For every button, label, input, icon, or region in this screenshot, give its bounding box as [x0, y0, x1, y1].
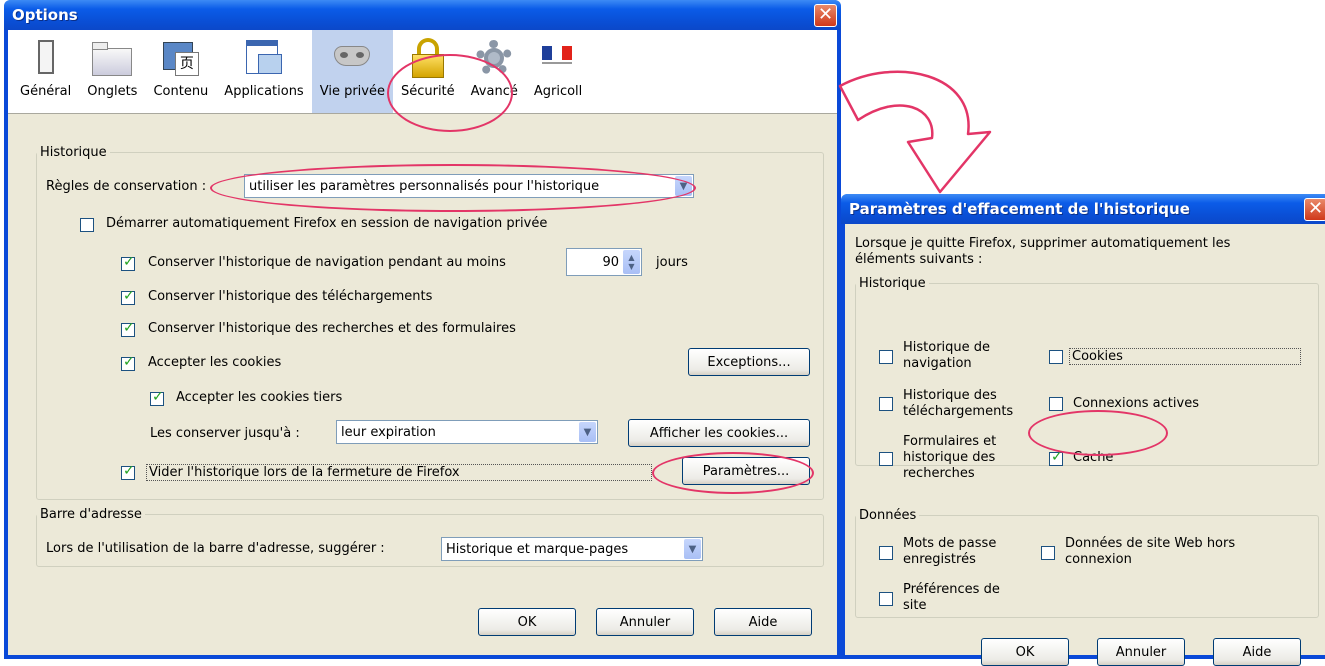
- private-start-checkbox[interactable]: [80, 218, 94, 232]
- highlight-cache-checkbox: [1028, 410, 1168, 456]
- tab-label: Onglets: [87, 84, 138, 99]
- highlight-privacy-tab: [387, 54, 513, 132]
- suggest-value: Historique et marque-pages: [446, 541, 629, 557]
- keep-until-label: Les conserver jusqu'à :: [150, 426, 300, 441]
- keep-downloads-checkbox[interactable]: [121, 288, 135, 305]
- site-prefs-label2: site: [903, 598, 927, 613]
- offline-data-label1: Données de site Web hors: [1065, 536, 1236, 551]
- cookies-label: Cookies: [1069, 348, 1301, 365]
- folder-tabs-icon: [92, 38, 133, 78]
- accept-cookies-checkbox[interactable]: [121, 354, 135, 371]
- content-icon: 页: [161, 38, 201, 78]
- options-title: Options: [12, 6, 78, 24]
- clear-history-legend: Historique: [859, 276, 926, 291]
- forms-label2: historique des: [903, 450, 996, 465]
- private-start-label: Démarrer automatiquement Firefox en sess…: [106, 216, 548, 231]
- keep-downloads-label: Conserver l'historique des téléchargemen…: [148, 289, 433, 304]
- tab-label: Agricoll: [533, 84, 583, 99]
- nav-history-label1: Historique de: [903, 340, 991, 355]
- cancel-button[interactable]: Annuler: [596, 608, 694, 636]
- accept-cookies-label: Accepter les cookies: [148, 355, 282, 370]
- tab-label: Contenu: [153, 84, 209, 99]
- accept-third-party-label: Accepter les cookies tiers: [176, 390, 343, 405]
- tab-agricoll[interactable]: Agricoll: [526, 30, 590, 113]
- keep-search-label: Conserver l'historique des recherches et…: [148, 321, 516, 336]
- highlight-settings-button: [652, 452, 814, 494]
- show-cookies-button[interactable]: Afficher les cookies...: [628, 419, 810, 447]
- mask-icon: [332, 38, 372, 78]
- offline-data-checkbox[interactable]: [1041, 546, 1055, 560]
- passwords-label1: Mots de passe: [903, 536, 997, 551]
- forms-checkbox[interactable]: [879, 452, 893, 466]
- tab-label: Applications: [224, 84, 304, 99]
- spinner-arrows-icon[interactable]: ▲ ▼: [623, 250, 640, 274]
- tab-label: Vie privée: [319, 84, 385, 99]
- days-value: 90: [602, 254, 619, 270]
- ok-button[interactable]: OK: [478, 608, 576, 636]
- offline-data-label2: connexion: [1065, 552, 1132, 567]
- keep-history-checkbox[interactable]: [121, 254, 135, 271]
- tab-general[interactable]: Général: [12, 30, 79, 113]
- suggest-select[interactable]: Historique et marque-pages ▼: [441, 537, 703, 561]
- active-sessions-label: Connexions actives: [1073, 396, 1199, 411]
- exceptions-button[interactable]: Exceptions...: [688, 348, 810, 376]
- clear-on-close-checkbox[interactable]: [121, 463, 135, 480]
- clear-ok-button[interactable]: OK: [981, 638, 1069, 666]
- tab-label: Général: [20, 84, 72, 99]
- downloads-checkbox[interactable]: [879, 397, 893, 411]
- clear-title: Paramètres d'effacement de l'historique: [849, 200, 1190, 218]
- downloads-label2: téléchargements: [903, 404, 1014, 419]
- options-titlebar: Options ✕: [4, 0, 841, 30]
- help-button[interactable]: Aide: [714, 608, 812, 636]
- site-prefs-checkbox[interactable]: [879, 592, 893, 606]
- tab-content[interactable]: 页 Contenu: [145, 30, 216, 113]
- cache-checkbox[interactable]: [1049, 449, 1063, 466]
- downloads-label1: Historique des: [903, 388, 997, 403]
- accept-third-party-checkbox[interactable]: [150, 389, 164, 406]
- nav-history-label2: navigation: [903, 356, 972, 371]
- clear-data-legend: Données: [859, 508, 917, 523]
- applications-icon: [244, 38, 284, 78]
- chevron-down-icon[interactable]: ▼: [684, 539, 701, 559]
- clear-cancel-button[interactable]: Annuler: [1097, 638, 1185, 666]
- active-sessions-checkbox[interactable]: [1049, 397, 1063, 411]
- history-legend: Historique: [40, 145, 107, 160]
- clear-titlebar: Paramètres d'effacement de l'historique …: [841, 194, 1325, 224]
- chevron-down-icon[interactable]: ▼: [579, 422, 596, 442]
- tab-tabs[interactable]: Onglets: [79, 30, 145, 113]
- rules-label: Règles de conservation :: [46, 179, 207, 194]
- highlight-rules-select: [210, 164, 696, 212]
- days-unit: jours: [656, 255, 688, 270]
- address-bar-group: Barre d'adresse: [36, 507, 824, 567]
- days-spinner[interactable]: 90 ▲ ▼: [566, 248, 642, 276]
- flag-logo-icon: [538, 38, 578, 78]
- clear-intro-line2: éléments suivants :: [855, 252, 983, 267]
- arrow-icon: [838, 70, 992, 194]
- clear-intro-line1: Lorsque je quitte Firefox, supprimer aut…: [855, 236, 1231, 251]
- forms-label1: Formulaires et: [903, 434, 997, 449]
- address-bar-legend: Barre d'adresse: [40, 507, 142, 522]
- nav-history-checkbox[interactable]: [879, 350, 893, 364]
- suggest-label: Lors de l'utilisation de la barre d'adre…: [46, 541, 385, 556]
- tab-privacy[interactable]: Vie privée: [311, 30, 393, 113]
- switch-icon: [26, 38, 66, 78]
- keep-until-value: leur expiration: [341, 424, 436, 440]
- passwords-checkbox[interactable]: [879, 546, 893, 560]
- cookies-checkbox[interactable]: [1049, 350, 1063, 364]
- passwords-label2: enregistrés: [903, 552, 976, 567]
- keep-search-checkbox[interactable]: [121, 320, 135, 337]
- keep-history-label: Conserver l'historique de navigation pen…: [148, 255, 506, 270]
- close-icon[interactable]: ✕: [814, 3, 837, 27]
- tab-applications[interactable]: Applications: [216, 30, 311, 113]
- keep-until-select[interactable]: leur expiration ▼: [336, 420, 598, 444]
- forms-label3: recherches: [903, 466, 975, 481]
- close-icon[interactable]: ✕: [1304, 197, 1325, 221]
- site-prefs-label1: Préférences de: [903, 582, 1000, 597]
- clear-on-close-label: Vider l'historique lors de la fermeture …: [146, 464, 652, 481]
- clear-help-button[interactable]: Aide: [1213, 638, 1301, 666]
